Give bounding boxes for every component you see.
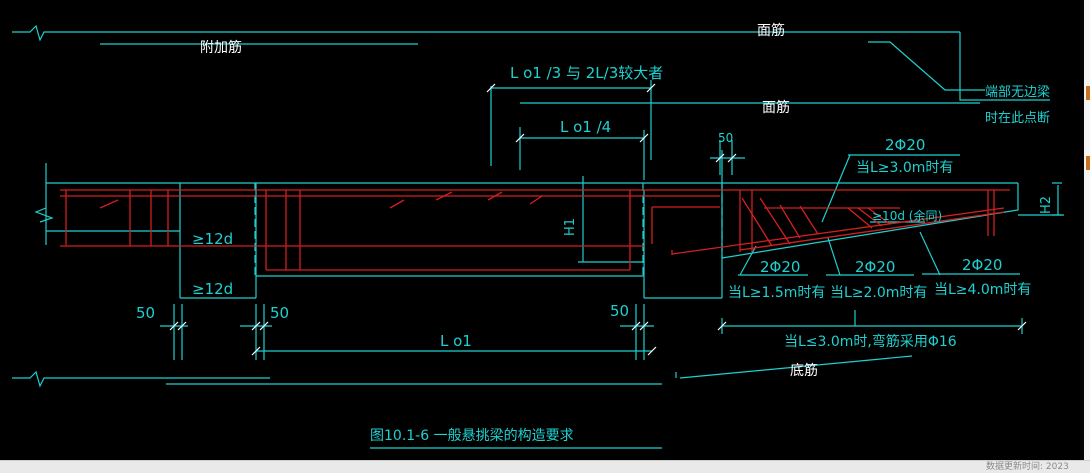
dim-lo1-3-label: L o1 /3 与 2L/3较大者	[510, 64, 663, 82]
bar-2phi20-c-label: 2Φ20	[855, 258, 895, 276]
bar-2phi20-a-label: 2Φ20	[885, 136, 925, 154]
ge-10d-label: ≥10d (余同)	[872, 208, 942, 223]
bar-2phi20-d-label: 2Φ20	[962, 256, 1002, 274]
right-edge-mark-1	[1086, 86, 1090, 100]
dim-lo1-4-label: L o1 /4	[560, 118, 611, 136]
dim-50-top-label: 50	[718, 131, 733, 145]
additional-bar-label: 附加筋	[200, 39, 242, 56]
h1-label: H1	[563, 218, 578, 236]
bar-2phi20-b-label: 2Φ20	[760, 258, 800, 276]
right-edge-mark-2	[1086, 156, 1090, 170]
figure-caption: 图10.1-6 一般悬挑梁的构造要求	[370, 428, 574, 444]
end-note-line1: 端部无边梁	[985, 85, 1050, 100]
status-bar	[0, 460, 1090, 473]
ge-12d-top-label: ≥12d	[192, 230, 233, 248]
note-l40-label: 当L≥4.0m时有	[934, 282, 1031, 298]
dim-50-left-label: 50	[136, 304, 155, 322]
dim-lo1-label: L o1	[440, 332, 472, 350]
note-l15-label: 当L≥1.5m时有	[728, 285, 825, 301]
beam-outline	[12, 24, 1064, 449]
h2-label: H2	[1039, 196, 1054, 214]
cad-drawing-canvas: L o1 /3 与 2L/3较大者 L o1 /4 50 端部无边梁 时在此点断…	[12, 22, 1064, 449]
right-edge-strip	[1084, 0, 1090, 460]
bottom-bar-label: 底筋	[790, 362, 818, 379]
ge-12d-bottom-label: ≥12d	[192, 280, 233, 298]
top-bar-upper-label: 面筋	[757, 22, 785, 39]
note-l3-label: 当L≥3.0m时有	[856, 160, 953, 176]
note-l-le3-label: 当L≤3.0m时,弯筋采用Φ16	[784, 333, 957, 350]
status-bar-text: 数据更新时间: 2023	[986, 462, 1069, 472]
note-l20-label: 当L≥2.0m时有	[830, 285, 927, 301]
dim-50-right-label: 50	[610, 302, 629, 320]
dim-50-mid-label: 50	[270, 304, 289, 322]
end-note-line2: 时在此点断	[985, 111, 1050, 126]
top-bar-lower-label: 面筋	[762, 99, 790, 116]
